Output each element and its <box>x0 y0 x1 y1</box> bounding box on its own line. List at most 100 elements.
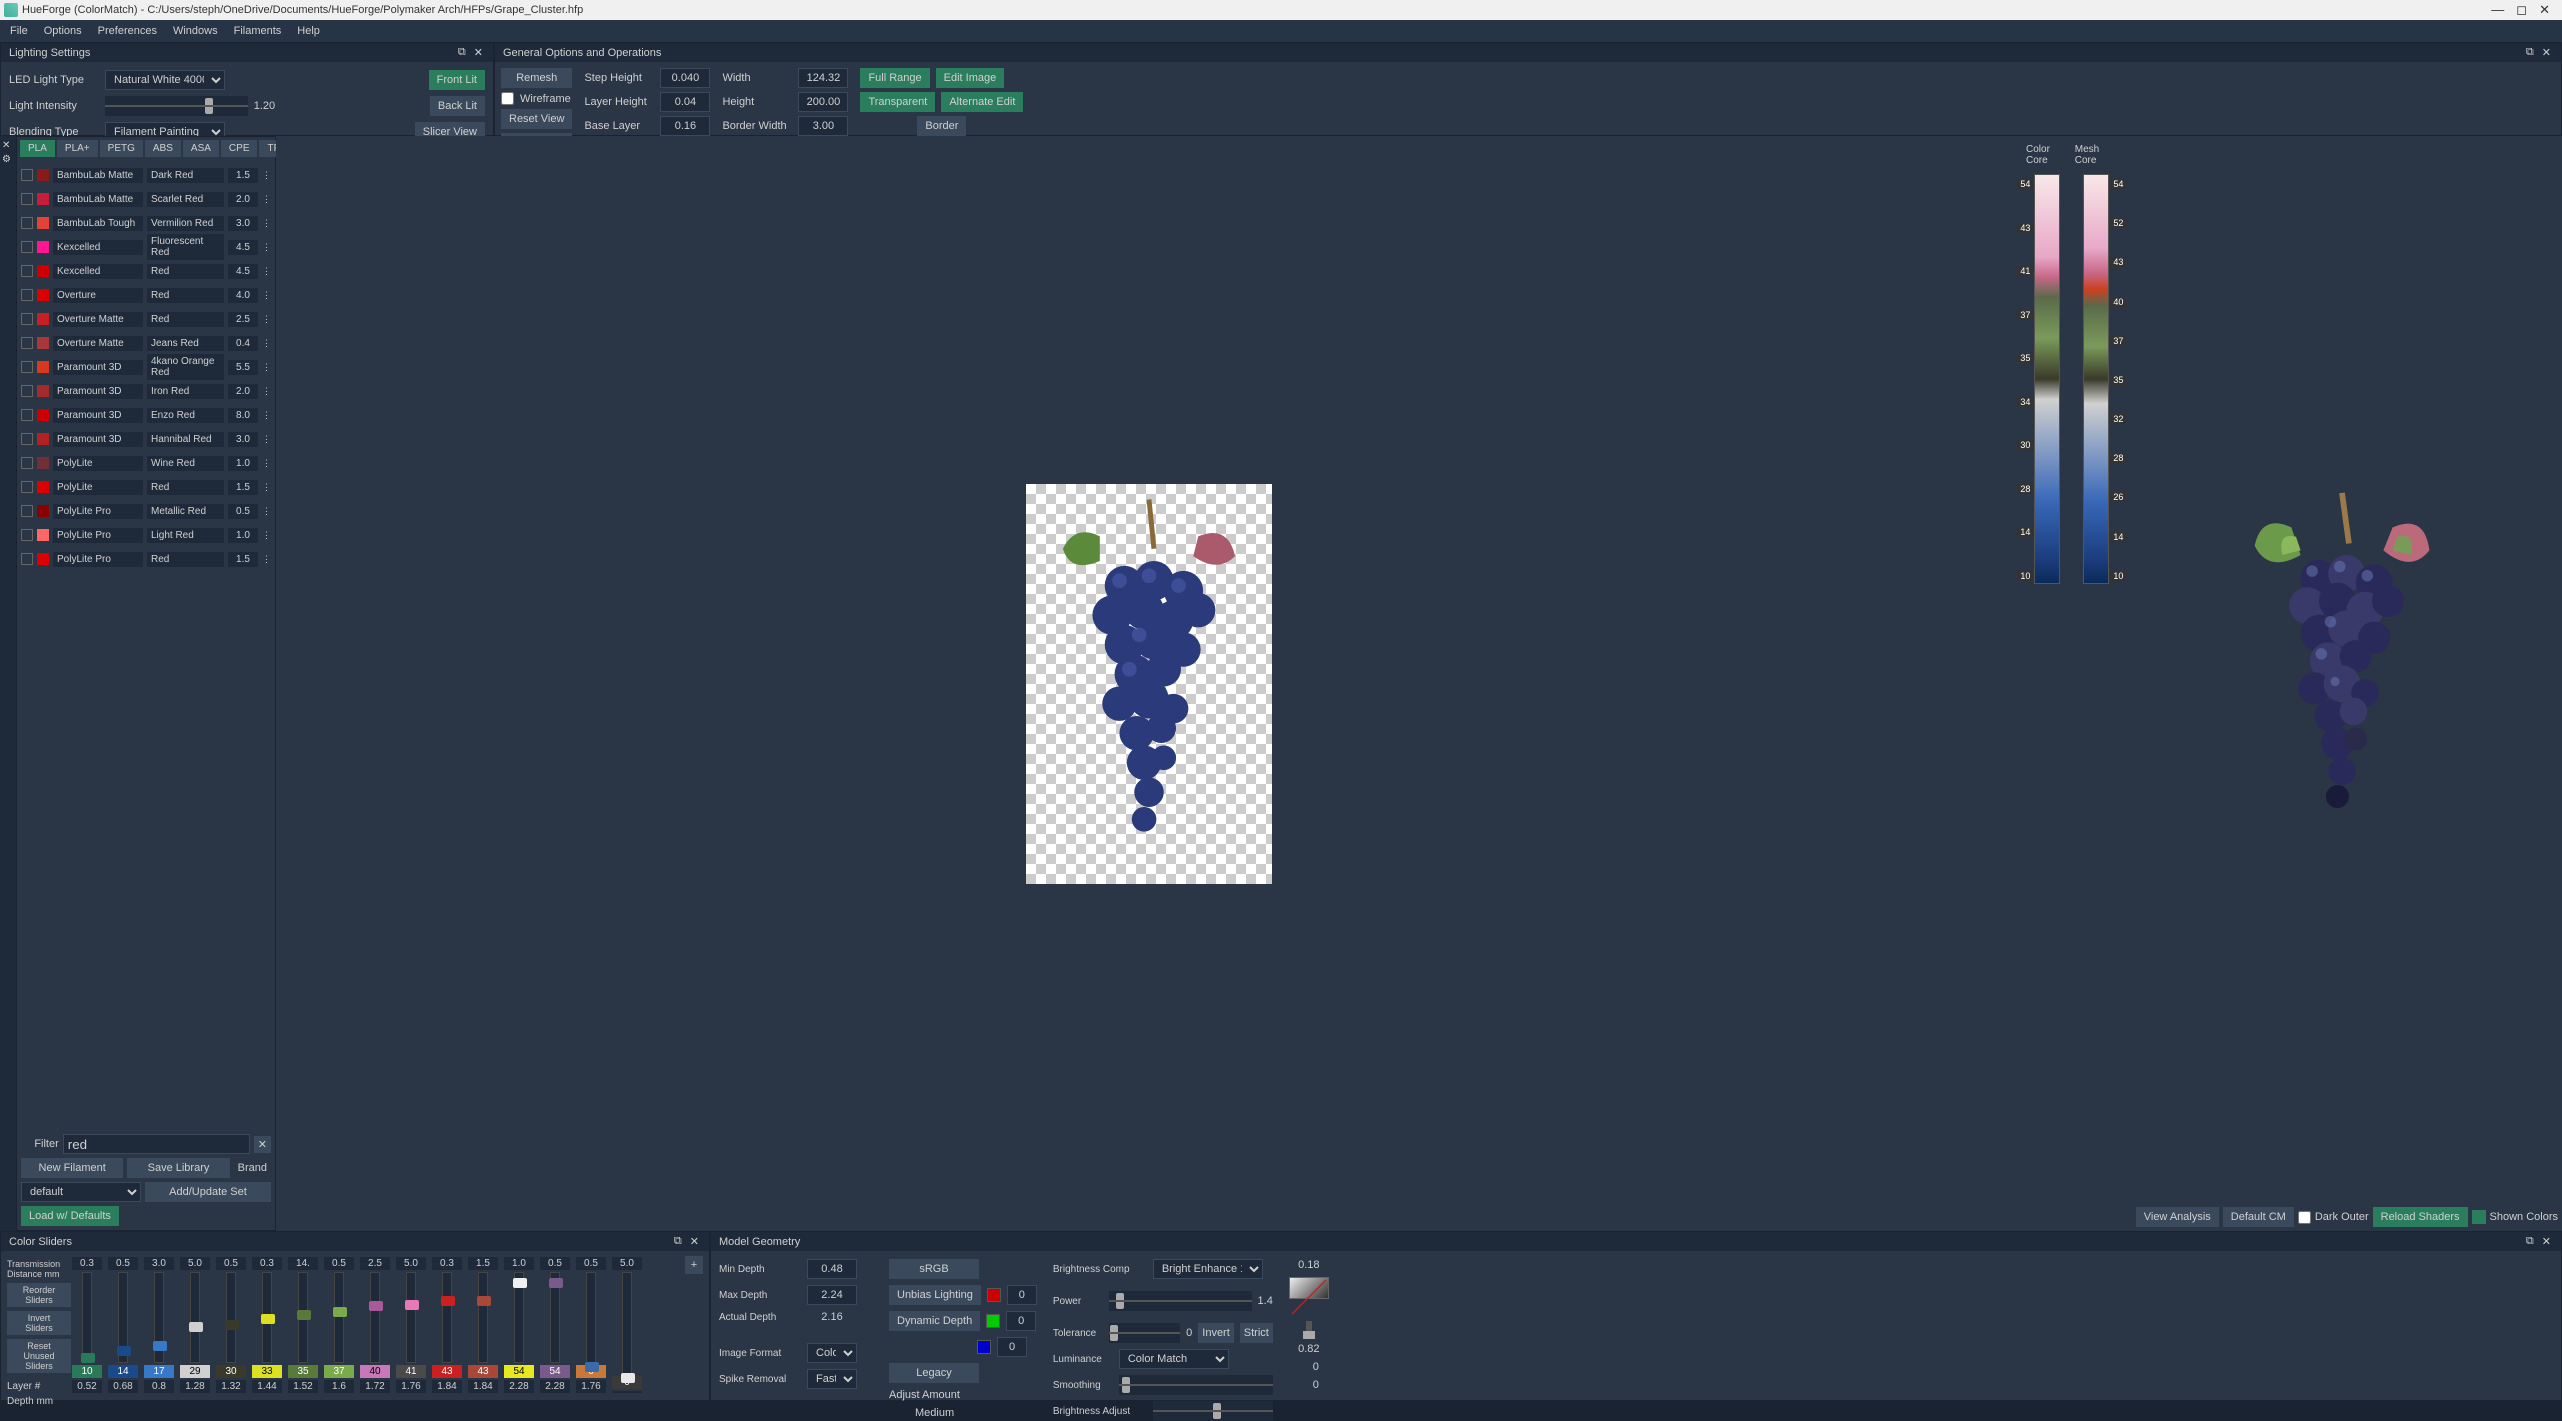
filament-menu-icon[interactable]: ⋮ <box>262 218 271 229</box>
filament-menu-icon[interactable]: ⋮ <box>262 410 271 421</box>
slider-track[interactable] <box>586 1272 596 1363</box>
border-width-input[interactable] <box>798 116 848 136</box>
color-slider[interactable]: 2.5 40 1.72 <box>359 1257 391 1393</box>
filament-tab-pla+[interactable]: PLA+ <box>57 140 98 157</box>
filament-checkbox[interactable] <box>21 529 33 541</box>
mesh-core-bar[interactable]: 5452434037353228261410 <box>2083 174 2109 584</box>
slider-td-value[interactable]: 1.0 <box>504 1257 534 1270</box>
color-slider[interactable]: 0.5 30 1.32 <box>215 1257 247 1393</box>
brightness-comp-select[interactable]: Bright Enhance 1 <box>1153 1259 1263 1279</box>
filament-row[interactable]: Overture Matte Red 2.5 ⋮ <box>21 308 271 330</box>
color-slider[interactable]: 5.0 0 <box>611 1257 643 1393</box>
color-slider[interactable]: 5.0 29 1.28 <box>179 1257 211 1393</box>
filament-tab-petg[interactable]: PETG <box>100 140 143 157</box>
back-lit-button[interactable]: Back Lit <box>430 96 485 116</box>
filament-checkbox[interactable] <box>21 337 33 349</box>
filament-row[interactable]: BambuLab Tough Vermilion Red 3.0 ⋮ <box>21 212 271 234</box>
filament-menu-icon[interactable]: ⋮ <box>262 554 271 565</box>
slider-td-value[interactable]: 0.3 <box>252 1257 282 1270</box>
slider-thumb[interactable] <box>333 1307 347 1317</box>
filament-menu-icon[interactable]: ⋮ <box>262 290 271 301</box>
filament-checkbox[interactable] <box>21 313 33 325</box>
filament-swatch[interactable] <box>37 169 49 181</box>
menu-file[interactable]: File <box>4 23 34 39</box>
core-tag[interactable]: 54 <box>2017 179 2033 189</box>
step-height-input[interactable] <box>660 68 710 88</box>
clear-filter-icon[interactable]: ✕ <box>254 1136 271 1153</box>
slider-thumb[interactable] <box>297 1310 311 1320</box>
slider-td-value[interactable]: 3.0 <box>144 1257 174 1270</box>
menu-windows[interactable]: Windows <box>167 23 224 39</box>
image-format-select[interactable]: Color <box>807 1343 857 1363</box>
filament-checkbox[interactable] <box>21 289 33 301</box>
filament-menu-icon[interactable]: ⋮ <box>262 458 271 469</box>
close-icon[interactable]: ✕ <box>2540 1235 2553 1248</box>
smoothing-slider[interactable] <box>1119 1375 1273 1395</box>
popout-icon[interactable]: ⧉ <box>2524 1235 2536 1248</box>
slider-td-value[interactable]: 0.5 <box>576 1257 606 1270</box>
core-tag[interactable]: 30 <box>2017 440 2033 450</box>
slider-td-value[interactable]: 0.3 <box>72 1257 102 1270</box>
core-tag[interactable]: 35 <box>2110 375 2126 385</box>
filament-checkbox[interactable] <box>21 265 33 277</box>
core-tag[interactable]: 35 <box>2017 353 2033 363</box>
filament-checkbox[interactable] <box>21 505 33 517</box>
popout-icon[interactable]: ⧉ <box>2524 46 2536 59</box>
color-slider[interactable]: 0.5 0 1.76 <box>575 1257 607 1393</box>
filament-checkbox[interactable] <box>21 553 33 565</box>
core-tag[interactable]: 14 <box>2017 527 2033 537</box>
slider-thumb[interactable] <box>117 1346 131 1356</box>
filament-tab-pla[interactable]: PLA <box>20 140 55 157</box>
maximize-button[interactable]: ◻ <box>2516 2 2527 18</box>
filament-swatch[interactable] <box>37 481 49 493</box>
color-slider[interactable]: 14. 35 1.52 <box>287 1257 319 1393</box>
filament-swatch[interactable] <box>37 505 49 517</box>
filament-row[interactable]: PolyLite Wine Red 1.0 ⋮ <box>21 452 271 474</box>
unbias-color[interactable] <box>987 1288 1001 1302</box>
filament-swatch[interactable] <box>37 385 49 397</box>
filament-swatch[interactable] <box>37 193 49 205</box>
core-tag[interactable]: 14 <box>2110 532 2126 542</box>
reset-unused-button[interactable]: Reset Unused Sliders <box>7 1339 71 1373</box>
slider-track[interactable] <box>154 1272 164 1363</box>
alternate-edit-button[interactable]: Alternate Edit <box>941 92 1023 112</box>
slider-td-value[interactable]: 5.0 <box>180 1257 210 1270</box>
dd-input2[interactable] <box>997 1337 1027 1357</box>
dd-input1[interactable] <box>1006 1311 1036 1331</box>
filament-swatch[interactable] <box>37 529 49 541</box>
filament-swatch[interactable] <box>37 361 49 373</box>
slider-thumb[interactable] <box>585 1362 599 1372</box>
core-tag[interactable]: 26 <box>2110 492 2126 502</box>
legacy-button[interactable]: Legacy <box>889 1363 979 1383</box>
filament-menu-icon[interactable]: ⋮ <box>262 506 271 517</box>
filament-row[interactable]: Overture Matte Jeans Red 0.4 ⋮ <box>21 332 271 354</box>
color-slider[interactable]: 5.0 41 1.76 <box>395 1257 427 1393</box>
filament-swatch[interactable] <box>37 337 49 349</box>
slider-td-value[interactable]: 0.5 <box>216 1257 246 1270</box>
core-tag[interactable]: 28 <box>2017 484 2033 494</box>
filament-checkbox[interactable] <box>21 361 33 373</box>
filament-row[interactable]: BambuLab Matte Dark Red 1.5 ⋮ <box>21 164 271 186</box>
dynamic-depth-button[interactable]: Dynamic Depth <box>889 1311 980 1331</box>
strict-button[interactable]: Strict <box>1240 1323 1273 1343</box>
slider-track[interactable] <box>442 1272 452 1363</box>
filament-checkbox[interactable] <box>21 457 33 469</box>
slider-track[interactable] <box>334 1272 344 1363</box>
slider-track[interactable] <box>550 1272 560 1363</box>
color-slider[interactable]: 3.0 17 0.8 <box>143 1257 175 1393</box>
curve-editor[interactable] <box>1289 1277 1329 1299</box>
slider-thumb[interactable] <box>225 1320 239 1330</box>
slider-track[interactable] <box>478 1272 488 1363</box>
min-depth-input[interactable] <box>807 1259 857 1279</box>
filament-swatch[interactable] <box>37 409 49 421</box>
power-slider[interactable] <box>1109 1291 1252 1311</box>
core-tag[interactable]: 37 <box>2017 310 2033 320</box>
filament-menu-icon[interactable]: ⋮ <box>262 194 271 205</box>
slider-track[interactable] <box>406 1272 416 1363</box>
close-button[interactable]: ✕ <box>2539 2 2550 18</box>
close-icon[interactable]: ✕ <box>688 1235 701 1248</box>
filament-swatch[interactable] <box>37 553 49 565</box>
filament-menu-icon[interactable]: ⋮ <box>262 386 271 397</box>
filament-tab-abs[interactable]: ABS <box>145 140 181 157</box>
menu-help[interactable]: Help <box>291 23 326 39</box>
